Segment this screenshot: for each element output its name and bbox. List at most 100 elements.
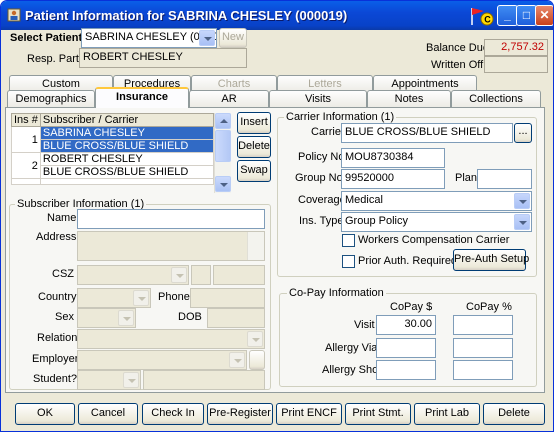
table-row[interactable]: 2 ROBERT CHESLEY (11, 152, 215, 179)
employer-browse-button[interactable] (249, 350, 265, 370)
ins-type-value: Group Policy (345, 215, 408, 227)
insurance-grid[interactable]: Ins # Subscriber / Carrier 1 SABRINA CHE… (11, 113, 215, 185)
print-stmt-button[interactable]: Print Stmt. (345, 403, 411, 425)
address-label: Address (36, 231, 77, 243)
delete-insurance-button[interactable]: Delete (237, 136, 271, 158)
ok-button[interactable]: OK (15, 403, 75, 425)
tab-insurance[interactable]: Insurance (95, 87, 189, 108)
allergy-vial-copay-percent-input[interactable] (453, 338, 513, 358)
dob-field[interactable] (207, 308, 265, 328)
carrier-cell[interactable]: BLUE CROSS/BLUE SHIELD (39, 139, 215, 153)
employer-dropdown[interactable] (77, 350, 247, 370)
chevron-down-icon[interactable] (199, 30, 215, 46)
subscriber-cell[interactable]: SABRINA CHESLEY (39, 126, 215, 140)
carrier-cell[interactable]: BLUE CROSS/BLUE SHIELD (39, 165, 215, 179)
window-title: Patient Information for SABRINA CHESLEY … (25, 8, 348, 23)
chevron-down-icon[interactable] (247, 331, 263, 347)
subscriber-cell[interactable]: ROBERT CHESLEY (39, 152, 215, 166)
chevron-down-icon[interactable] (118, 310, 134, 326)
tab-collections[interactable]: Collections (451, 90, 541, 107)
phone-label: Phone (158, 291, 190, 303)
zip-field[interactable] (213, 265, 265, 285)
allergy-shot-label: Allergy Shot (322, 364, 382, 376)
relation-dropdown[interactable] (77, 329, 265, 349)
country-dropdown[interactable] (77, 288, 151, 308)
employer-label: Employer (32, 353, 79, 365)
copay-info-title: Co-Pay Information (287, 287, 386, 299)
ins-type-dropdown[interactable]: Group Policy (341, 212, 532, 232)
allergy-shot-copay-percent-input[interactable] (453, 360, 513, 380)
visit-label: Visit (354, 319, 375, 331)
insurance-grid-scrollbar[interactable] (214, 113, 231, 193)
carrier-label: Carrier (311, 126, 345, 138)
carrier-field[interactable]: BLUE CROSS/BLUE SHIELD (341, 123, 513, 143)
address-scrollbar[interactable] (247, 232, 264, 260)
allergy-vial-copay-dollar-input[interactable] (376, 338, 436, 358)
chevron-down-icon[interactable] (171, 267, 187, 283)
dob-label: DOB (178, 311, 202, 323)
table-row[interactable]: BLUE CROSS/BLUE SHIELD (12, 165, 215, 179)
tab-visits[interactable]: Visits (269, 90, 367, 107)
new-patient-button[interactable]: New (219, 28, 247, 48)
patient-icon (7, 8, 21, 22)
name-label: Name (47, 212, 77, 224)
title-bar[interactable]: Patient Information for SABRINA CHESLEY … (1, 1, 553, 30)
coverage-label: Coverage (298, 194, 346, 206)
tab-notes[interactable]: Notes (367, 90, 451, 107)
group-no-input[interactable]: 99520000 (341, 169, 445, 189)
coverage-dropdown[interactable]: Medical (341, 191, 532, 211)
visit-copay-dollar-input[interactable]: 30.00 (376, 315, 436, 335)
check-in-button[interactable]: Check In (142, 403, 204, 425)
ins-num-cell: 2 (11, 152, 41, 179)
policy-no-input[interactable]: MOU8730384 (341, 148, 445, 168)
flag-alert-icon[interactable]: C (467, 5, 495, 27)
tab-demographics[interactable]: Demographics (7, 90, 95, 107)
carrier-browse-button[interactable]: ... (514, 123, 532, 143)
minimize-button[interactable]: _ (497, 5, 518, 26)
city-dropdown[interactable] (77, 265, 189, 285)
student-dropdown[interactable] (77, 370, 141, 390)
column-header-ins-num[interactable]: Ins # (11, 113, 41, 127)
close-button[interactable]: ✕ (535, 5, 553, 26)
delete-button[interactable]: Delete (483, 403, 545, 425)
plan-input[interactable] (477, 169, 532, 189)
print-encf-button[interactable]: Print ENCF (276, 403, 342, 425)
scroll-up-icon[interactable] (215, 113, 231, 129)
allergy-shot-copay-dollar-input[interactable] (376, 360, 436, 380)
scroll-down-icon[interactable] (215, 176, 231, 192)
select-patient-value: SABRINA CHESLEY (00001 (85, 31, 217, 43)
select-patient-dropdown[interactable]: SABRINA CHESLEY (00001 (81, 28, 217, 48)
chevron-down-icon[interactable] (514, 193, 530, 209)
country-label: Country (38, 291, 77, 303)
phone-field[interactable] (190, 288, 265, 308)
carrier-info-title: Carrier Information (1) (284, 111, 397, 123)
student-school-field[interactable] (143, 370, 265, 390)
pre-register-button[interactable]: Pre-Register (207, 403, 273, 425)
chevron-down-icon[interactable] (514, 214, 530, 230)
visit-copay-percent-input[interactable] (453, 315, 513, 335)
prior-auth-label: Prior Auth. Required (358, 255, 458, 267)
csz-label: CSZ (52, 268, 74, 280)
state-field[interactable] (191, 265, 211, 285)
column-header-subscriber-carrier[interactable]: Subscriber / Carrier (39, 113, 215, 127)
chevron-down-icon[interactable] (133, 290, 149, 306)
pre-auth-setup-button[interactable]: Pre-Auth Setup (453, 249, 529, 271)
swap-button[interactable]: Swap (237, 160, 271, 182)
workers-comp-checkbox[interactable] (342, 234, 355, 247)
subscriber-name-input[interactable] (77, 209, 265, 229)
print-lab-button[interactable]: Print Lab (414, 403, 480, 425)
table-row[interactable] (11, 178, 215, 185)
insert-button[interactable]: Insert (237, 112, 271, 134)
patient-info-window: Patient Information for SABRINA CHESLEY … (0, 0, 554, 432)
scroll-thumb[interactable] (215, 130, 231, 162)
sex-dropdown[interactable] (77, 308, 136, 328)
prior-auth-checkbox[interactable] (342, 255, 355, 268)
cancel-button[interactable]: Cancel (78, 403, 138, 425)
chevron-down-icon[interactable] (229, 352, 245, 368)
tab-ar[interactable]: AR (189, 90, 269, 107)
table-row[interactable]: BLUE CROSS/BLUE SHIELD (12, 139, 215, 153)
address-textarea[interactable] (77, 231, 265, 261)
maximize-button[interactable]: □ (516, 5, 537, 26)
chevron-down-icon[interactable] (123, 372, 139, 388)
table-row[interactable]: 1 SABRINA CHESLEY (11, 126, 215, 153)
